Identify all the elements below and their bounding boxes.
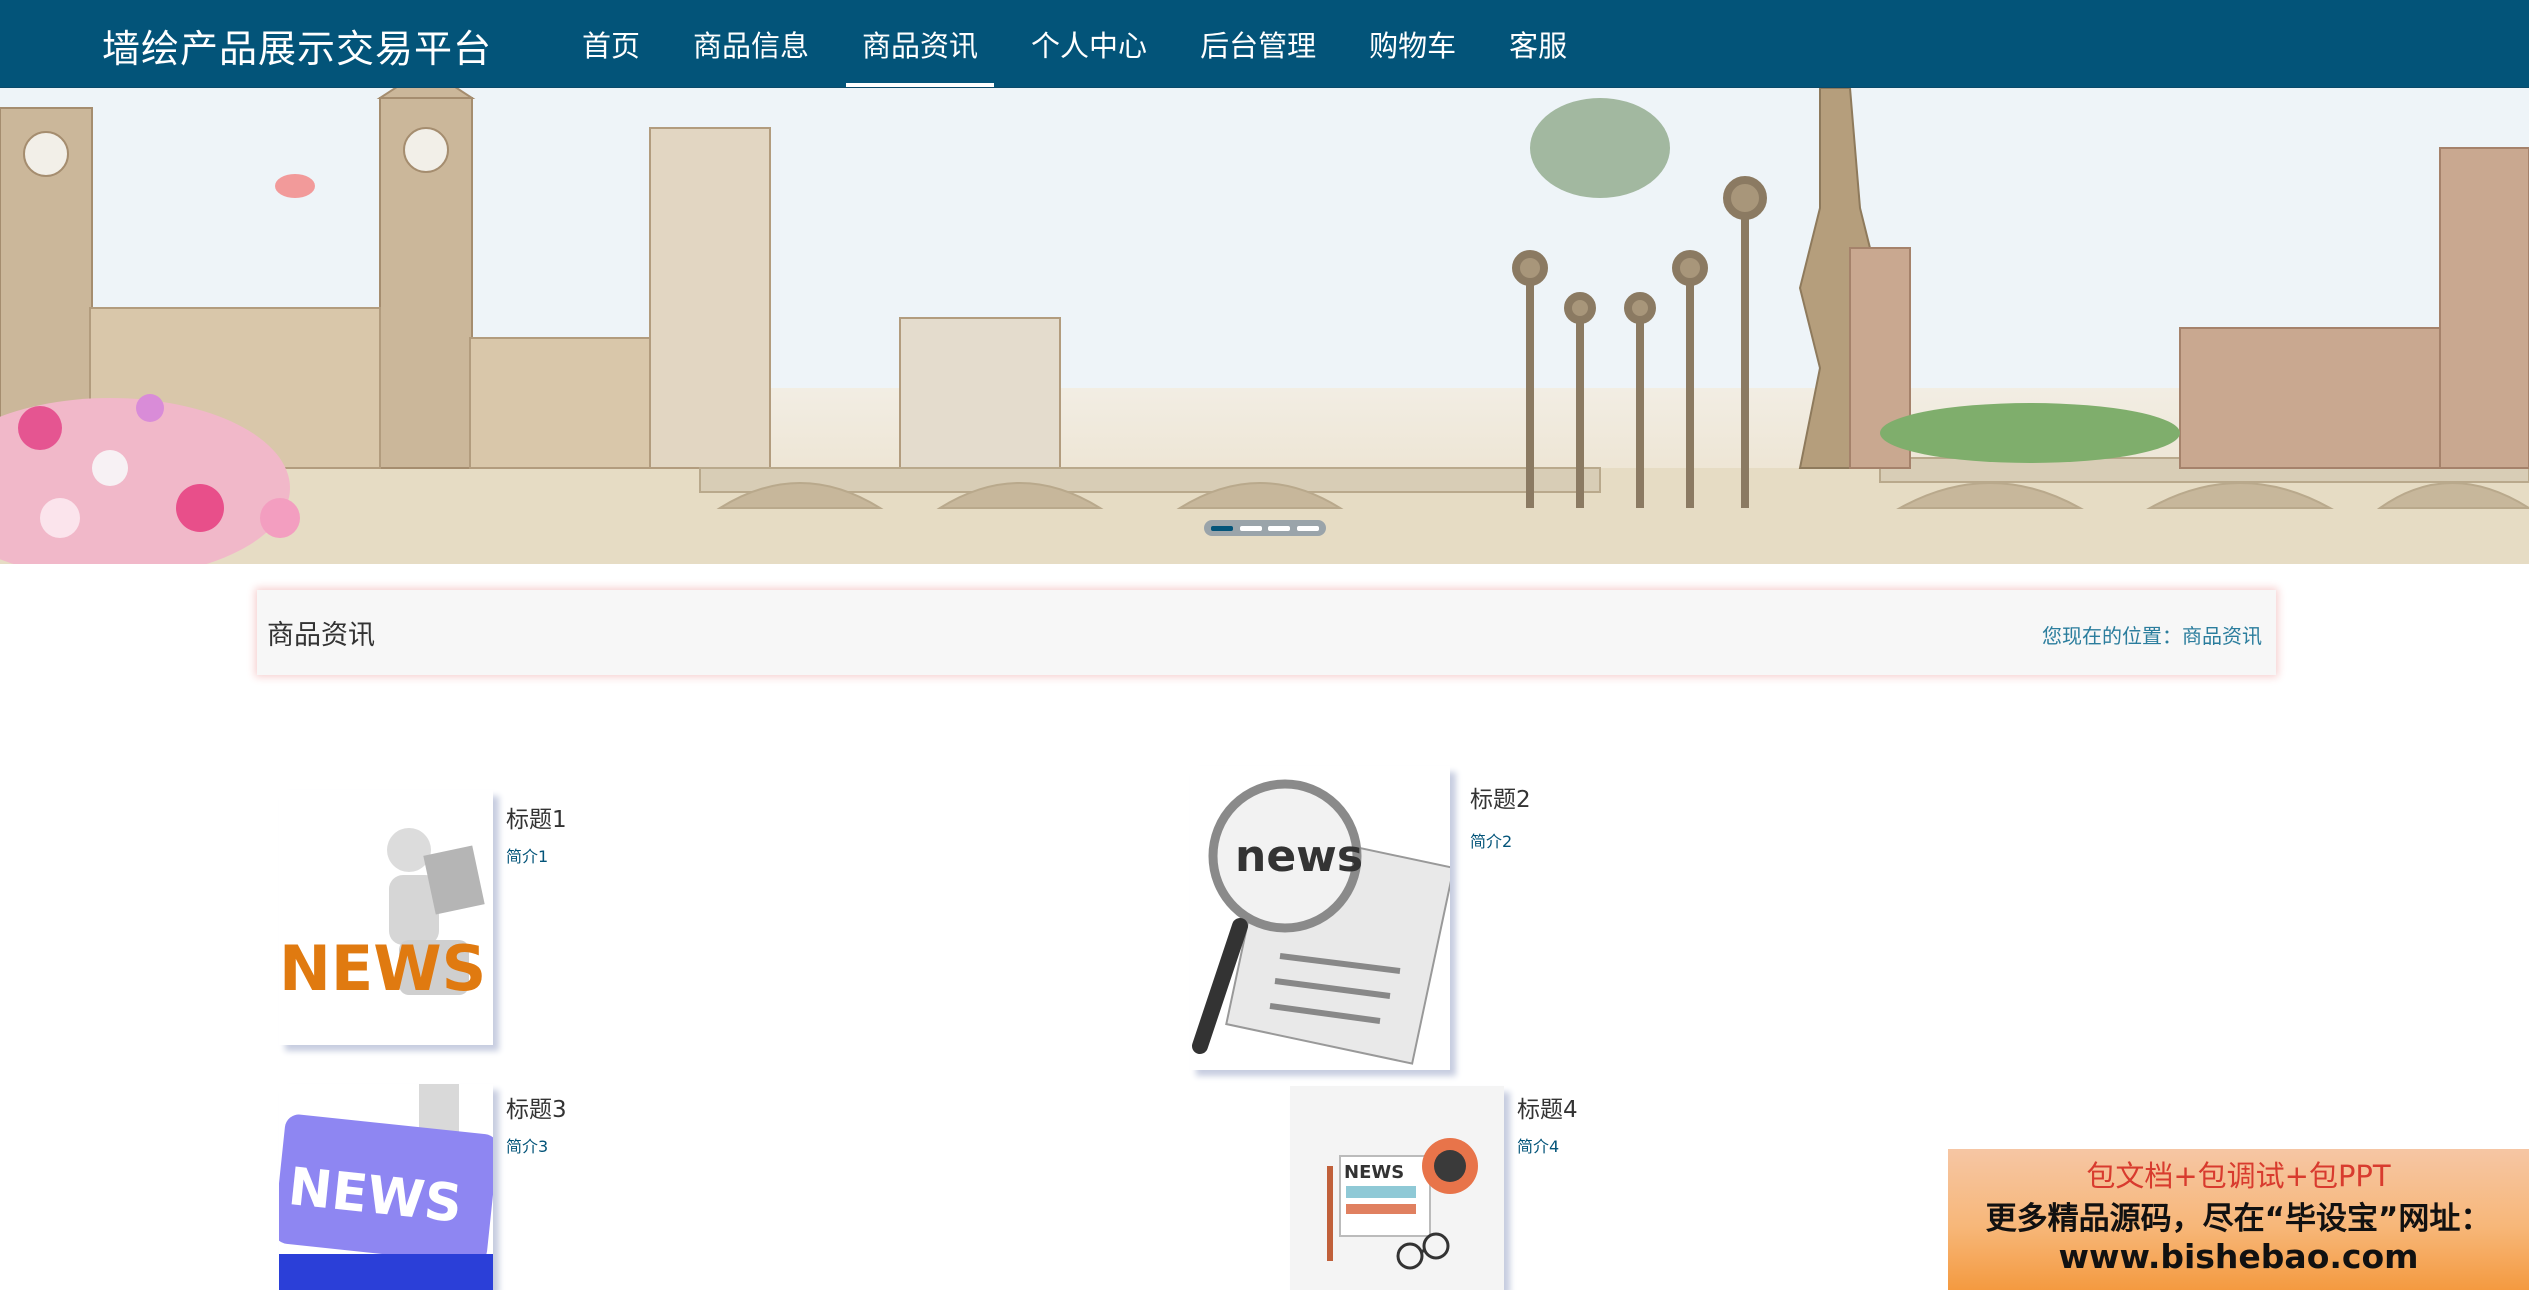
news-summary-1: 简介1 — [506, 847, 549, 866]
news-thumbnail-2[interactable]: news — [1190, 766, 1450, 1070]
banner-carousel[interactable] — [0, 88, 2529, 564]
breadcrumb: 商品资讯 您现在的位置：商品资讯 — [257, 590, 2276, 675]
news-title-3[interactable]: 标题3 — [506, 1090, 567, 1124]
carousel-dot-2[interactable] — [1239, 525, 1262, 531]
banner-illustration — [0, 88, 2529, 564]
news-summary-2: 简介2 — [1470, 832, 1513, 851]
news-thumbnail-4[interactable]: NEWS — [1290, 1086, 1504, 1290]
nav-products[interactable]: 商品信息 — [677, 0, 825, 87]
carousel-indicator — [1204, 520, 1326, 536]
nav-customer-service[interactable]: 客服 — [1493, 0, 1583, 87]
promo-ad-box[interactable]: 包文档+包调试+包PPT 更多精品源码，尽在“毕设宝”网址： www.bishe… — [1948, 1149, 2529, 1290]
news-title-1[interactable]: 标题1 — [506, 800, 567, 834]
nav-admin[interactable]: 后台管理 — [1184, 0, 1332, 87]
news-summary-4: 简介4 — [1517, 1137, 1560, 1156]
breadcrumb-prefix: 您现在的位置： — [2042, 624, 2182, 648]
breadcrumb-location: 您现在的位置：商品资讯 — [2042, 620, 2262, 649]
nav-personal-center[interactable]: 个人中心 — [1015, 0, 1163, 87]
news-thumbnail-3[interactable]: NEWS — [279, 1084, 493, 1290]
news-summary-3: 简介3 — [506, 1137, 549, 1156]
page-title: 商品资讯 — [267, 620, 375, 651]
nav-home[interactable]: 首页 — [566, 0, 656, 87]
nav-news[interactable]: 商品资讯 — [846, 0, 995, 87]
nav-cart[interactable]: 购物车 — [1353, 0, 1472, 87]
carousel-dot-1[interactable] — [1210, 525, 1233, 531]
site-title[interactable]: 墙绘产品展示交易平台 — [102, 18, 492, 73]
news-thumbnail-1[interactable]: NEWS — [279, 790, 493, 1045]
breadcrumb-current-link[interactable]: 商品资讯 — [2182, 624, 2262, 648]
carousel-dot-4[interactable] — [1297, 525, 1320, 531]
ad-line-2: 更多精品源码，尽在“毕设宝”网址： — [1985, 1201, 2492, 1237]
svg-text:news: news — [1235, 831, 1363, 882]
news-title-4[interactable]: 标题4 — [1517, 1090, 1578, 1124]
ad-line-1: 包文档+包调试+包PPT — [2086, 1159, 2391, 1193]
carousel-dot-3[interactable] — [1268, 525, 1291, 531]
news-title-2[interactable]: 标题2 — [1470, 780, 1531, 814]
ad-website-link[interactable]: www.bishebao.com — [1948, 1237, 2529, 1276]
svg-text:NEWS: NEWS — [1344, 1162, 1404, 1183]
svg-text:NEWS: NEWS — [279, 932, 486, 1005]
main-nav: 首页 商品信息 商品资讯 个人中心 后台管理 购物车 客服 — [566, 0, 1604, 87]
top-navbar: 墙绘产品展示交易平台 首页 商品信息 商品资讯 个人中心 后台管理 购物车 客服 — [0, 0, 2529, 88]
